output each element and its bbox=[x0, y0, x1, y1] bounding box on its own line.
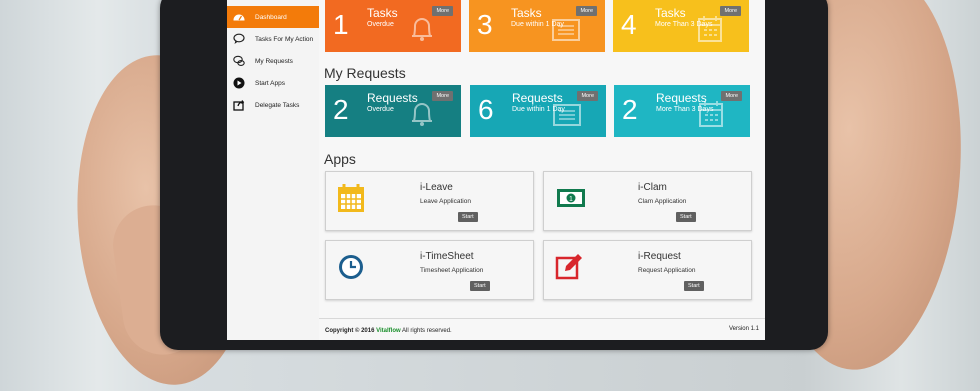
sidebar-item-start-apps[interactable]: Start Apps bbox=[227, 72, 319, 94]
app-name: i-Leave bbox=[420, 182, 453, 193]
copyright-prefix: Copyright © 2016 bbox=[325, 328, 375, 334]
sidebar-item-label: Start Apps bbox=[255, 79, 285, 87]
tablet-screen: Dashboard Tasks For My Action My Request… bbox=[227, 0, 765, 340]
list-icon bbox=[552, 19, 580, 41]
app-card-i-clam[interactable]: 1 i-Clam Clam Application Start bbox=[543, 171, 752, 231]
sidebar-item-delegate-tasks[interactable]: Delegate Tasks bbox=[227, 94, 319, 116]
sidebar-item-tasks-for-my-action[interactable]: Tasks For My Action bbox=[227, 28, 319, 50]
start-button[interactable]: Start bbox=[676, 212, 696, 222]
footer: Copyright © 2016 Vitalflow All rights re… bbox=[319, 318, 765, 340]
sidebar-item-my-requests[interactable]: My Requests bbox=[227, 50, 319, 72]
share-icon bbox=[233, 99, 245, 111]
request-tile-overdue[interactable]: 2 Requests Overdue More bbox=[325, 85, 461, 137]
tile-title: Tasks bbox=[655, 6, 686, 20]
tile-count: 2 bbox=[333, 94, 349, 125]
start-button[interactable]: Start bbox=[458, 212, 478, 222]
start-button[interactable]: Start bbox=[470, 281, 490, 291]
tile-title: Tasks bbox=[511, 6, 542, 20]
tile-count: 4 bbox=[621, 9, 637, 40]
svg-text:1: 1 bbox=[569, 196, 573, 203]
apps-heading: Apps bbox=[324, 151, 356, 167]
dashboard-icon bbox=[233, 11, 245, 23]
calendar-icon bbox=[338, 184, 364, 212]
tile-count: 3 bbox=[477, 9, 493, 40]
sidebar-item-label: My Requests bbox=[255, 57, 293, 65]
app-description: Timesheet Application bbox=[420, 267, 484, 274]
bell-icon bbox=[412, 18, 432, 41]
edit-icon bbox=[555, 254, 582, 280]
copyright-text: Copyright © 2016 Vitalflow All rights re… bbox=[325, 328, 452, 334]
app-card-i-request[interactable]: i-Request Request Application Start bbox=[543, 240, 752, 300]
brand-link[interactable]: Vitalflow bbox=[376, 328, 401, 334]
tile-count: 6 bbox=[478, 94, 494, 125]
calendar-icon bbox=[699, 101, 723, 127]
list-icon bbox=[553, 104, 581, 126]
tile-count: 1 bbox=[333, 9, 349, 40]
task-tile-due-1-day[interactable]: 3 Tasks Due within 1 Day More bbox=[469, 0, 605, 52]
clock-icon bbox=[339, 255, 363, 279]
sidebar-item-label: Delegate Tasks bbox=[255, 101, 300, 109]
tile-subtitle: Overdue bbox=[367, 21, 394, 28]
request-tile-more-than-3-days[interactable]: 2 Requests More Than 3 Days More bbox=[614, 85, 750, 137]
tile-subtitle: Overdue bbox=[367, 106, 394, 113]
app-name: i-TimeSheet bbox=[420, 251, 474, 262]
app-name: i-Clam bbox=[638, 182, 667, 193]
calendar-icon bbox=[698, 16, 722, 42]
money-icon: 1 bbox=[557, 189, 585, 207]
app-card-i-timesheet[interactable]: i-TimeSheet Timesheet Application Start bbox=[325, 240, 534, 300]
app-description: Leave Application bbox=[420, 198, 471, 205]
task-tile-more-than-3-days[interactable]: 4 Tasks More Than 3 Days More bbox=[613, 0, 749, 52]
tile-title: Tasks bbox=[367, 6, 398, 20]
app-description: Clam Application bbox=[638, 198, 687, 205]
task-tile-overdue[interactable]: 1 Tasks Overdue More bbox=[325, 0, 461, 52]
version-label: Version 1.1 bbox=[728, 326, 759, 332]
sidebar-item-label: Tasks For My Action bbox=[255, 35, 314, 43]
my-requests-heading: My Requests bbox=[324, 65, 406, 81]
tile-count: 2 bbox=[622, 94, 638, 125]
app-card-i-leave[interactable]: i-Leave Leave Application Start bbox=[325, 171, 534, 231]
app-name: i-Request bbox=[638, 251, 681, 262]
play-icon bbox=[233, 77, 245, 89]
request-tile-due-1-day[interactable]: 6 Requests Due within 1 Day More bbox=[470, 85, 606, 137]
copyright-suffix: All rights reserved. bbox=[402, 328, 452, 334]
bell-icon bbox=[412, 103, 432, 126]
sidebar: Dashboard Tasks For My Action My Request… bbox=[227, 0, 320, 340]
app-description: Request Application bbox=[638, 267, 696, 274]
sidebar-item-dashboard[interactable]: Dashboard bbox=[227, 6, 319, 28]
sidebar-item-label: Dashboard bbox=[255, 13, 287, 21]
main-content: 1 Tasks Overdue More 3 Tasks Due within … bbox=[319, 0, 765, 340]
start-button[interactable]: Start bbox=[684, 281, 704, 291]
chat-bubbles-icon bbox=[233, 55, 245, 67]
chat-bubble-icon bbox=[233, 33, 245, 45]
